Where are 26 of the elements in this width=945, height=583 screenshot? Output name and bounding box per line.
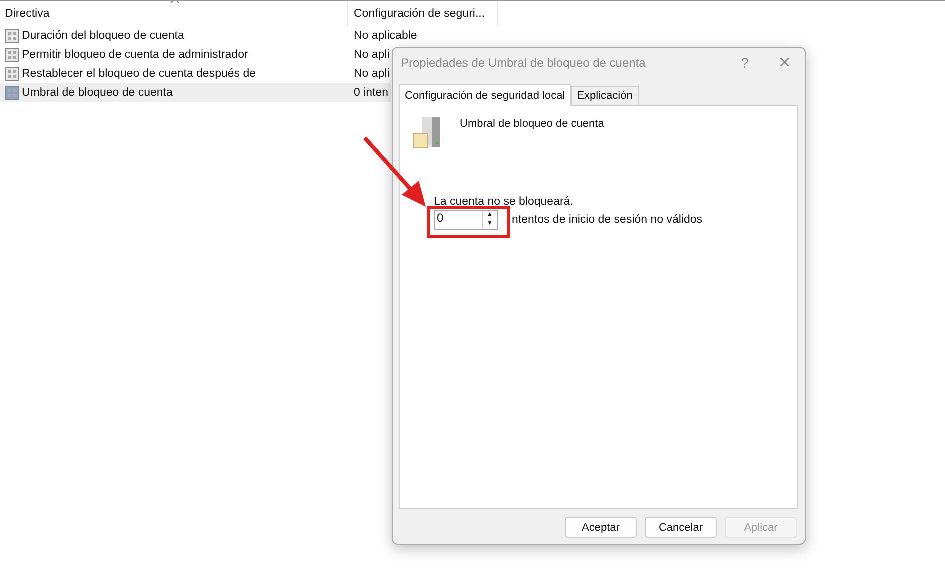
policy-name: Umbral de bloqueo de cuenta [22, 86, 173, 98]
column-header[interactable]: Directiva [0, 2, 348, 26]
status-text: La cuenta no se bloqueará. [434, 196, 574, 208]
policy-row[interactable]: Restablecer el bloqueo de cuenta después de No apli [0, 64, 392, 83]
policy-row[interactable]: Duración del bloqueo de cuenta No aplicable [0, 26, 420, 45]
dialog-button[interactable]: Aceptar [565, 517, 637, 538]
column-header[interactable]: Configuración de seguri... [348, 2, 498, 26]
policy-title: Umbral de bloqueo de cuenta [460, 118, 604, 130]
policy-setting: No aplicable [354, 30, 418, 42]
spinner-label: ntentos de inicio de sesión no válidos [512, 214, 703, 226]
policy-icon [5, 86, 19, 100]
policy-setting: 0 inten [354, 86, 389, 98]
policy-icon [5, 66, 19, 80]
policy-row[interactable]: Permitir bloqueo de cuenta de administrador No apli [0, 45, 392, 64]
window-title: Propiedades de Umbral de bloqueo de cuenta [401, 56, 647, 70]
dialog-button[interactable]: Cancelar [645, 517, 717, 538]
policy-name: Restablecer el bloqueo de cuenta después de [22, 68, 256, 80]
policy-name: Duración del bloqueo de cuenta [22, 30, 184, 42]
policy-icon [5, 28, 19, 42]
policy-row[interactable]: Umbral de bloqueo de cuenta 0 inten [0, 83, 391, 102]
policy-setting: No apli [354, 48, 390, 60]
policy-setting: No apli [354, 68, 390, 80]
policy-icon [5, 48, 19, 62]
tab[interactable]: Explicación [571, 86, 639, 105]
policy-name: Permitir bloqueo de cuenta de administrador [22, 48, 248, 60]
tab[interactable]: Configuración de seguridad local [399, 84, 572, 106]
